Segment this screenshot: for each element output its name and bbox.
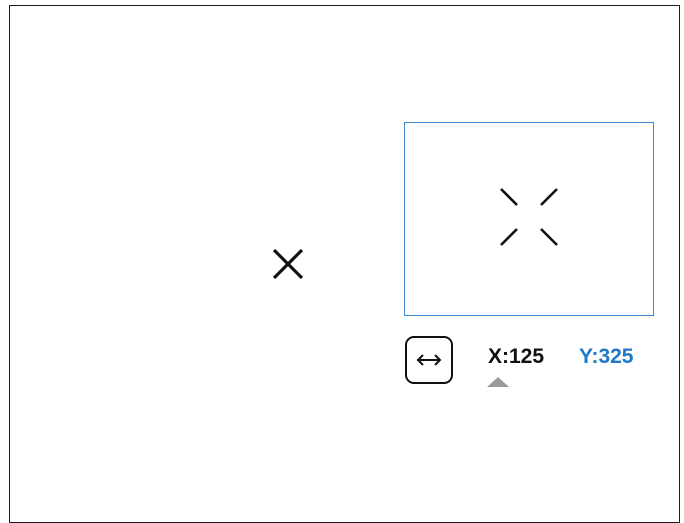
- active-axis-indicator: [487, 377, 509, 387]
- x-coordinate-value[interactable]: X:125: [488, 344, 544, 370]
- y-coordinate-value[interactable]: Y:325: [579, 344, 633, 370]
- axis-toggle-button[interactable]: [405, 336, 453, 384]
- zoom-window: [404, 122, 654, 316]
- bracket-reticle-icon: [500, 188, 558, 246]
- x-crosshair-icon: [272, 248, 304, 280]
- horizontal-arrows-icon: [416, 354, 442, 366]
